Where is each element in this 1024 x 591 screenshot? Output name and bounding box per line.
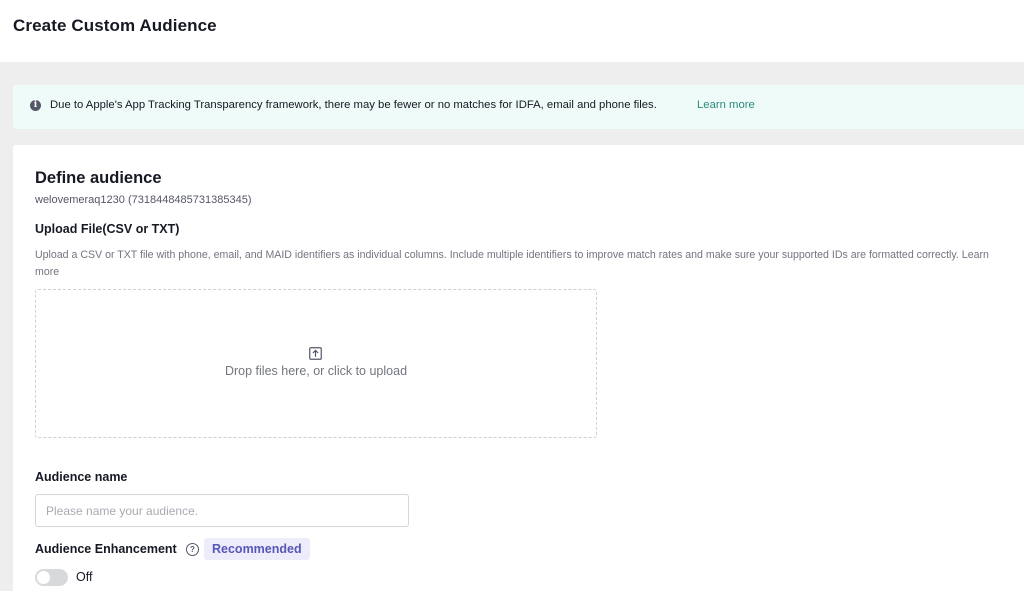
recommended-badge: Recommended xyxy=(204,538,310,560)
upload-description-text: Upload a CSV or TXT file with phone, ema… xyxy=(35,249,959,261)
upload-icon xyxy=(309,347,322,360)
info-icon: i xyxy=(30,100,41,111)
section-title: Define audience xyxy=(35,169,162,187)
page-title: Create Custom Audience xyxy=(13,16,217,35)
audience-name-input[interactable] xyxy=(35,494,409,527)
upload-description: Upload a CSV or TXT file with phone, ema… xyxy=(35,247,1010,281)
audience-enhancement-label: Audience Enhancement xyxy=(35,542,177,556)
banner-message: Due to Apple's App Tracking Transparency… xyxy=(50,99,657,111)
define-audience-card: Define audience welovemeraq1230 (7318448… xyxy=(13,145,1024,591)
account-id: welovemeraq1230 (7318448485731385345) xyxy=(35,194,252,206)
file-dropzone[interactable]: Drop files here, or click to upload xyxy=(35,289,597,438)
page-header: Create Custom Audience xyxy=(0,0,1024,62)
audience-name-label: Audience name xyxy=(35,470,128,484)
banner-learn-more-link[interactable]: Learn more xyxy=(697,99,755,111)
att-notice-banner: i Due to Apple's App Tracking Transparen… xyxy=(13,85,1024,129)
dropzone-text: Drop files here, or click to upload xyxy=(224,364,408,378)
question-circle-icon[interactable]: ? xyxy=(186,543,199,556)
upload-title: Upload File(CSV or TXT) xyxy=(35,222,180,236)
audience-enhancement-toggle[interactable] xyxy=(35,569,68,586)
toggle-state-label: Off xyxy=(76,570,93,584)
toggle-knob xyxy=(37,571,50,584)
